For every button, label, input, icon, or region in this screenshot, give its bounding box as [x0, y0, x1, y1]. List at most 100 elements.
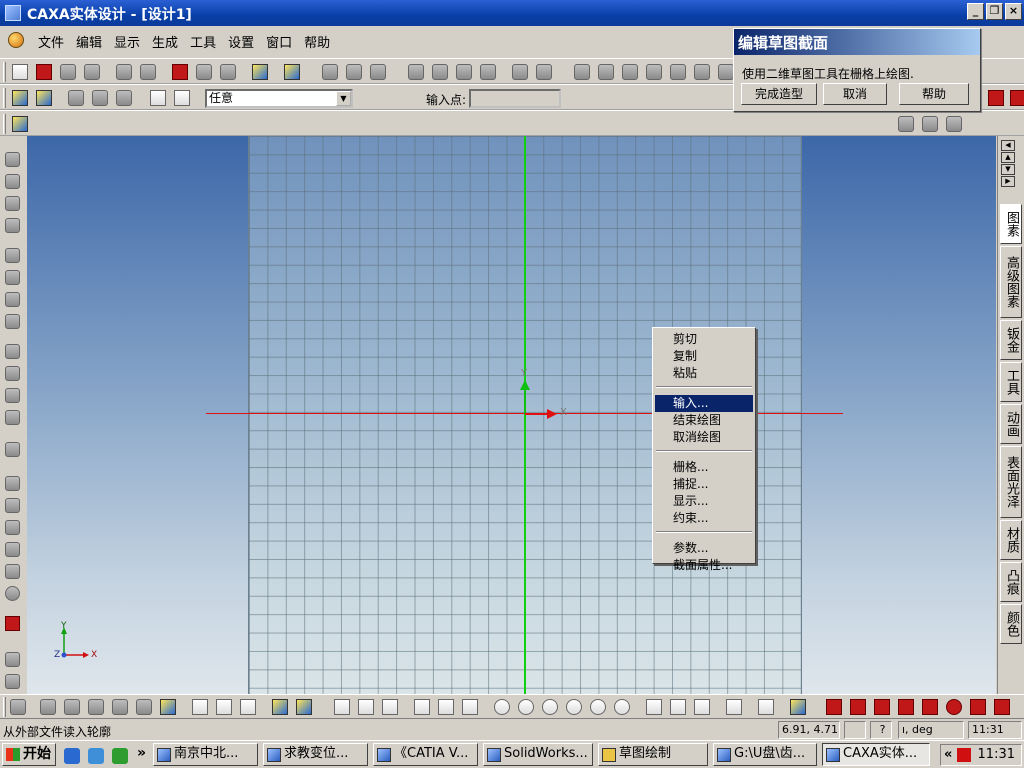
task-button-1[interactable]: 南京中北...	[153, 743, 258, 766]
view-layout-3-icon[interactable]	[946, 116, 962, 132]
chamfer-icon[interactable]	[790, 699, 806, 715]
chevron-down-icon[interactable]: ▼	[336, 91, 351, 106]
toolbar-grip[interactable]	[3, 697, 6, 717]
toolbar-grip[interactable]	[3, 114, 6, 134]
pick-tool-icon[interactable]	[12, 90, 28, 106]
ellipse-icon[interactable]	[614, 699, 630, 715]
bspline-icon[interactable]	[726, 699, 742, 715]
extend-icon[interactable]	[216, 699, 232, 715]
part-4-icon[interactable]	[5, 542, 20, 557]
tab-animation[interactable]: 动画	[1000, 404, 1022, 444]
menu-edit[interactable]: 编辑	[70, 32, 108, 51]
paste-icon[interactable]	[196, 64, 212, 80]
constraint-1-icon[interactable]	[272, 699, 288, 715]
camera-view-icon[interactable]	[5, 410, 20, 425]
new-design-icon[interactable]	[12, 64, 28, 80]
polyline-icon[interactable]	[414, 699, 430, 715]
red-tool-1-icon[interactable]	[988, 90, 1004, 106]
open-icon[interactable]	[60, 64, 76, 80]
selection-filter-select[interactable]: 任意 ▼	[205, 89, 353, 108]
view-layout-2-icon[interactable]	[922, 116, 938, 132]
menu-item-finish-sketch[interactable]: 结束绘图	[655, 412, 753, 429]
menu-item-cancel-sketch[interactable]: 取消绘图	[655, 429, 753, 446]
new-drawing-icon[interactable]	[36, 64, 52, 80]
circle-tangent-2-icon[interactable]	[590, 699, 606, 715]
toolbar-grip[interactable]	[3, 88, 6, 108]
sketch-tool-7-icon[interactable]	[718, 64, 734, 80]
sketch-tool-4-icon[interactable]	[646, 64, 662, 80]
menu-item-parameters[interactable]: 参数...	[655, 540, 753, 557]
context-help-icon[interactable]	[284, 64, 300, 80]
tab-surface-finish[interactable]: 表面光泽	[1000, 446, 1022, 518]
section-icon[interactable]	[512, 64, 528, 80]
delete-icon[interactable]	[220, 64, 236, 80]
view-layout-1-icon[interactable]	[898, 116, 914, 132]
tab-colors[interactable]: 颜色	[1000, 604, 1022, 644]
misc-1-icon[interactable]	[5, 652, 20, 667]
finish-shape-button[interactable]: 完成造型	[741, 83, 817, 105]
project-icon[interactable]	[64, 699, 80, 715]
arc-2-icon[interactable]	[670, 699, 686, 715]
keyboard-icon[interactable]	[844, 721, 866, 739]
revolve-icon[interactable]	[432, 64, 448, 80]
rotate-icon[interactable]	[5, 174, 20, 189]
pan-icon[interactable]	[5, 196, 20, 211]
sketch-tool-3-icon[interactable]	[622, 64, 638, 80]
trim-icon[interactable]	[192, 699, 208, 715]
tab-tools[interactable]: 工具	[1000, 362, 1022, 402]
part-2-icon[interactable]	[5, 498, 20, 513]
dynamic-rotate-icon[interactable]	[5, 218, 20, 233]
scroll-down-icon[interactable]: ▼	[1001, 164, 1015, 175]
assemble-icon[interactable]	[68, 90, 84, 106]
camera-pan-icon[interactable]	[5, 344, 20, 359]
camera-icon[interactable]	[370, 64, 386, 80]
input-point-field[interactable]	[469, 89, 561, 108]
explode-icon[interactable]	[116, 90, 132, 106]
close-button[interactable]: ×	[1005, 3, 1022, 20]
menu-item-grid[interactable]: 栅格...	[655, 459, 753, 476]
eyedropper-icon[interactable]	[36, 90, 52, 106]
scroll-up-icon[interactable]: ▲	[1001, 152, 1015, 163]
tab-advanced-shapes[interactable]: 高级图素	[1000, 246, 1022, 318]
text-icon[interactable]	[5, 616, 20, 631]
task-button-4[interactable]: SolidWorks...	[483, 743, 593, 766]
move-icon[interactable]	[5, 152, 20, 167]
library-icon[interactable]	[252, 64, 268, 80]
redo-icon[interactable]	[140, 64, 156, 80]
sketch-tool-2-icon[interactable]	[598, 64, 614, 80]
rectangle-icon[interactable]	[462, 699, 478, 715]
sketch-plane-icon[interactable]	[5, 442, 20, 457]
task-button-3[interactable]: 《CATIA V...	[373, 743, 478, 766]
concentric-icon[interactable]	[946, 699, 962, 715]
circle-arc-icon[interactable]	[88, 699, 104, 715]
line-icon[interactable]	[334, 699, 350, 715]
tray-expand-icon[interactable]: «	[944, 745, 952, 765]
design-tree-icon[interactable]	[12, 116, 28, 132]
zoom-icon[interactable]	[5, 248, 20, 263]
extrude-icon[interactable]	[408, 64, 424, 80]
dimension-3-icon[interactable]	[874, 699, 890, 715]
save-icon[interactable]	[84, 64, 100, 80]
menu-help[interactable]: 帮助	[298, 32, 336, 51]
tab-shapes[interactable]: 图素	[1000, 204, 1022, 244]
select-pointer-icon[interactable]	[150, 90, 166, 106]
mirror-icon[interactable]	[112, 699, 128, 715]
menu-item-copy[interactable]: 复制	[655, 348, 753, 365]
menu-window[interactable]: 窗口	[260, 32, 298, 51]
gear-icon[interactable]	[92, 90, 108, 106]
menu-file[interactable]: 文件	[32, 32, 70, 51]
tangent-line-icon[interactable]	[358, 699, 374, 715]
loft-icon[interactable]	[480, 64, 496, 80]
task-button-2[interactable]: 求教变位...	[263, 743, 368, 766]
menu-generate[interactable]: 生成	[146, 32, 184, 51]
offset-icon[interactable]	[40, 699, 56, 715]
misc-2-icon[interactable]	[5, 674, 20, 689]
antivirus-icon[interactable]	[957, 748, 971, 762]
menu-tools[interactable]: 工具	[184, 32, 222, 51]
copy-icon[interactable]	[172, 64, 188, 80]
arc-3-icon[interactable]	[694, 699, 710, 715]
perpendicular-line-icon[interactable]	[382, 699, 398, 715]
menu-settings[interactable]: 设置	[222, 32, 260, 51]
menu-item-import[interactable]: 输入...	[655, 395, 753, 412]
intersect-icon[interactable]	[136, 699, 152, 715]
